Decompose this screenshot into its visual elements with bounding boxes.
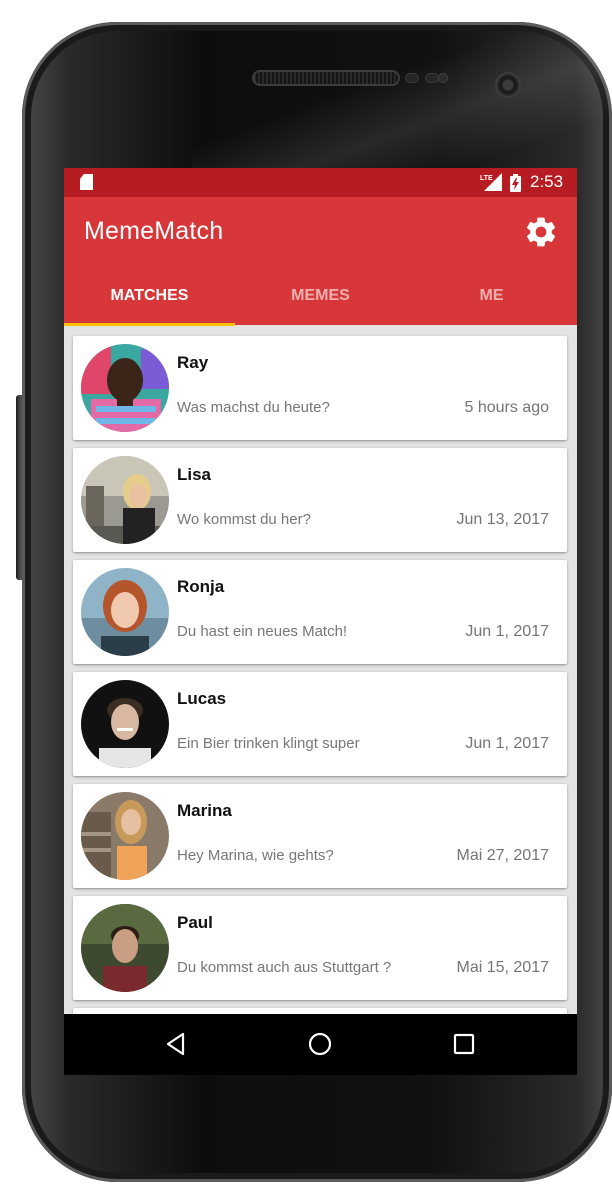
app-title: MemeMatch xyxy=(84,217,224,245)
avatar xyxy=(81,904,169,992)
match-last-message: Ein Bier trinken klingt super xyxy=(177,735,360,752)
tab-indicator xyxy=(64,323,235,326)
app-bar: MemeMatch MATCHES MEMES ME xyxy=(64,197,577,326)
lte-label: LTE xyxy=(480,175,493,182)
match-name: Lisa xyxy=(177,465,212,484)
match-last-message: Hey Marina, wie gehts? xyxy=(177,847,334,864)
match-card-lisa[interactable]: Lisa Wo kommst du her? Jun 13, 2017 xyxy=(73,448,567,552)
match-timestamp: 5 hours ago xyxy=(464,399,549,416)
tab-bar: MATCHES MEMES ME xyxy=(64,277,577,325)
match-timestamp: Jun 1, 2017 xyxy=(465,735,549,752)
match-timestamp: Mai 15, 2017 xyxy=(456,959,549,976)
lte-signal-icon: LTE xyxy=(480,173,502,191)
match-timestamp: Jun 13, 2017 xyxy=(456,511,549,528)
home-circle-icon[interactable] xyxy=(306,1030,334,1058)
match-name: Ronja xyxy=(177,577,225,596)
avatar xyxy=(81,568,169,656)
tab-matches[interactable]: MATCHES xyxy=(64,277,235,325)
phone-screen: LTE 2:53 MemeMatch MATCHES MEMES ME Ray … xyxy=(64,168,577,1075)
match-last-message: Du kommst auch aus Stuttgart ? xyxy=(177,959,392,976)
tab-me[interactable]: ME xyxy=(406,277,577,325)
match-last-message: Du hast ein neues Match! xyxy=(177,623,348,640)
status-clock: 2:53 xyxy=(530,172,564,191)
recents-square-icon[interactable] xyxy=(450,1030,478,1058)
back-triangle-icon[interactable] xyxy=(163,1030,191,1058)
avatar xyxy=(81,456,169,544)
avatar xyxy=(81,680,169,768)
match-name: Lucas xyxy=(177,689,227,708)
match-last-message: Wo kommst du her? xyxy=(177,511,311,528)
gear-icon[interactable] xyxy=(523,214,559,250)
match-name: Paul xyxy=(177,913,213,932)
proximity-sensor xyxy=(405,73,419,83)
match-card-lucas[interactable]: Lucas Ein Bier trinken klingt super Jun … xyxy=(73,672,567,776)
match-timestamp: Jun 1, 2017 xyxy=(465,623,549,640)
match-timestamp: Mai 27, 2017 xyxy=(456,847,549,864)
match-card-paul[interactable]: Paul Du kommst auch aus Stuttgart ? Mai … xyxy=(73,896,567,1000)
navigation-bar xyxy=(64,1014,577,1075)
match-name: Marina xyxy=(177,801,232,820)
avatar xyxy=(81,792,169,880)
sensor-dot xyxy=(438,73,448,83)
sd-card-icon xyxy=(80,174,93,190)
light-sensor xyxy=(425,73,439,83)
earpiece-speaker xyxy=(252,70,400,86)
front-camera xyxy=(495,72,521,98)
match-card-marina[interactable]: Marina Hey Marina, wie gehts? Mai 27, 20… xyxy=(73,784,567,888)
avatar xyxy=(81,344,169,432)
match-card-ray[interactable]: Ray Was machst du heute? 5 hours ago xyxy=(73,336,567,440)
battery-charging-icon xyxy=(510,174,521,192)
status-bar: LTE 2:53 xyxy=(64,168,577,197)
match-last-message: Was machst du heute? xyxy=(177,399,330,416)
tab-memes[interactable]: MEMES xyxy=(235,277,406,325)
match-card-ronja[interactable]: Ronja Du hast ein neues Match! Jun 1, 20… xyxy=(73,560,567,664)
match-name: Ray xyxy=(177,353,209,372)
